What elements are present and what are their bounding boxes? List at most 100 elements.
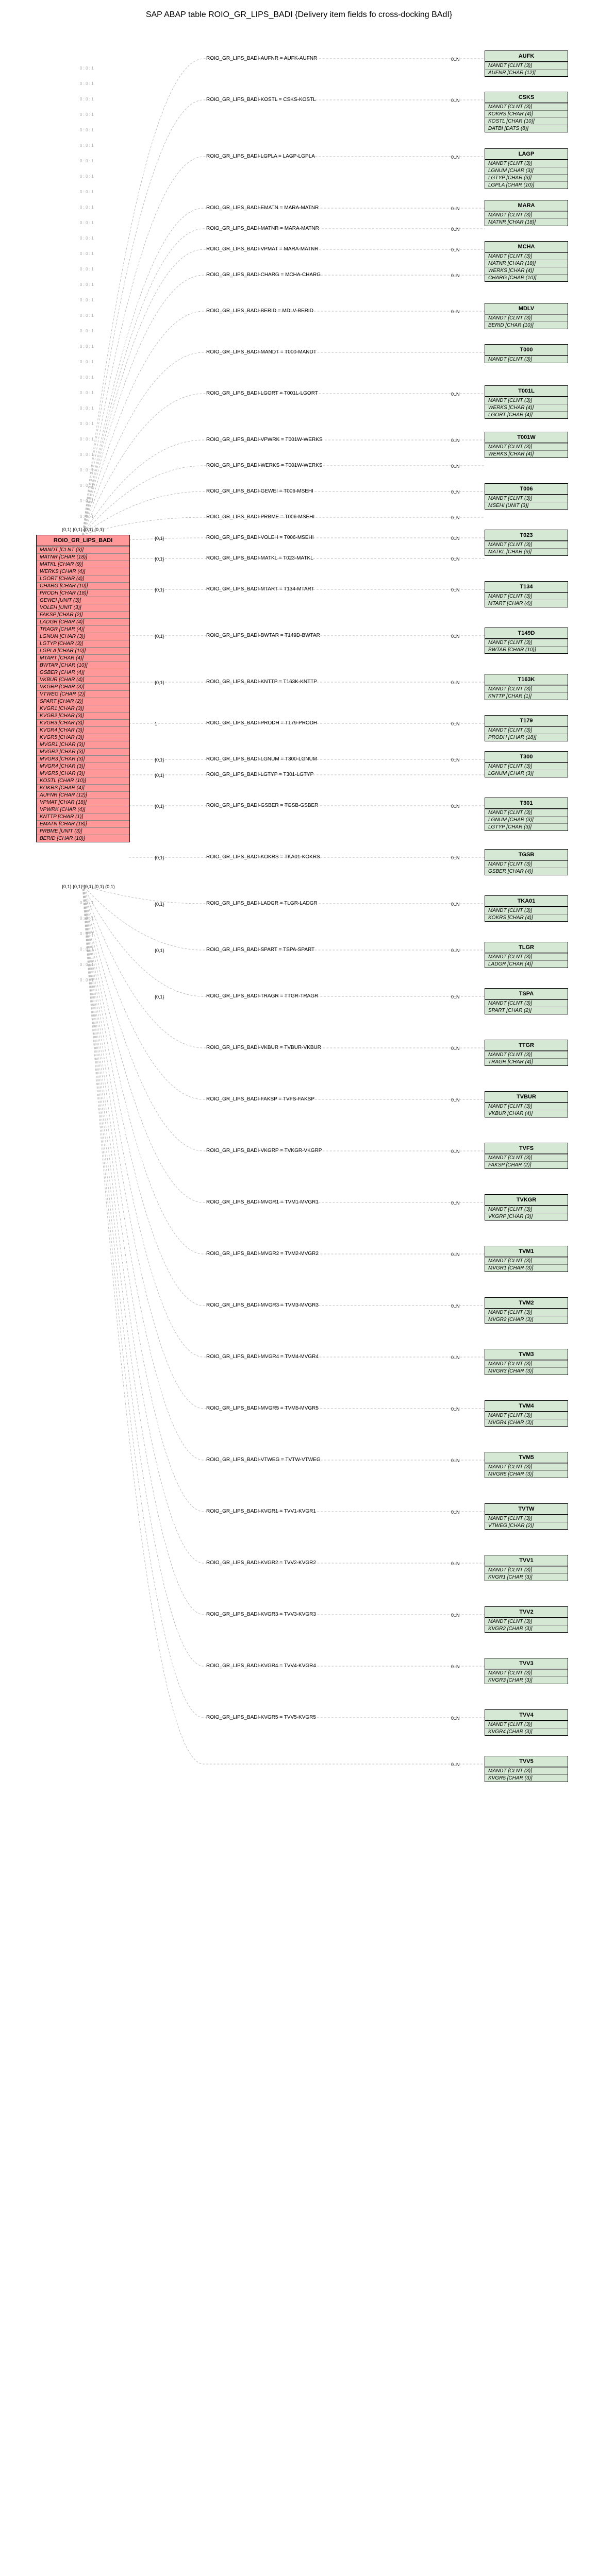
relation-link: ROIO_GR_LIPS_BADI-MATKL = T023-MATKL (206, 555, 313, 561)
relation-link: ROIO_GR_LIPS_BADI-VOLEH = T006-MSEHI (206, 535, 314, 540)
entity-field: MANDT [CLNT (3)] (485, 495, 568, 502)
entity-title: T023 (485, 530, 568, 541)
relation-link: ROIO_GR_LIPS_BADI-SPART = TSPA-SPART (206, 947, 314, 953)
relation-link: ROIO_GR_LIPS_BADI-MVGR2 = TVM2-MVGR2 (206, 1251, 319, 1257)
right-cardinality: 0..N (451, 392, 460, 397)
entity-field: KVGR1 [CHAR (3)] (485, 1573, 568, 1581)
related-entity: T300MANDT [CLNT (3)]LGNUM [CHAR (3)] (485, 751, 568, 777)
entity-title: T134 (485, 582, 568, 592)
main-field: MVGR4 [CHAR (3)] (37, 762, 129, 770)
relation-link: ROIO_GR_LIPS_BADI-KOKRS = TKA01-KOKRS (206, 854, 320, 860)
side-number: 0 : 0 : 1 (80, 947, 94, 952)
main-field: LGTYP [CHAR (3)] (37, 640, 129, 647)
right-cardinality: 0..N (451, 1303, 460, 1309)
main-field: GEWEI [UNIT (3)] (37, 597, 129, 604)
entity-title: T301 (485, 798, 568, 809)
entity-field: SPART [CHAR (2)] (485, 1007, 568, 1014)
related-entity: TVM2MANDT [CLNT (3)]MVGR2 [CHAR (3)] (485, 1297, 568, 1324)
right-cardinality: 0..N (451, 57, 460, 62)
main-field: KOKRS [CHAR (4)] (37, 784, 129, 791)
entity-field: MANDT [CLNT (3)] (485, 1257, 568, 1264)
related-entity: TVFSMANDT [CLNT (3)]FAKSP [CHAR (2)] (485, 1143, 568, 1169)
entity-title: T163K (485, 674, 568, 685)
entity-title: TTGR (485, 1040, 568, 1051)
related-entity: T006MANDT [CLNT (3)]MSEHI [UNIT (3)] (485, 483, 568, 510)
entity-field: MANDT [CLNT (3)] (485, 860, 568, 868)
main-field: LADGR [CHAR (4)] (37, 618, 129, 625)
main-entity-box: ROIO_GR_LIPS_BADIMANDT [CLNT (3)]MATNR [… (36, 535, 130, 842)
entity-field: MANDT [CLNT (3)] (485, 592, 568, 600)
main-top-card: (0,1) {0,1} {0,1} {0,1} (62, 527, 104, 532)
side-number: 0 : 0 : 1 (80, 406, 94, 411)
entity-field: MANDT [CLNT (3)] (485, 1309, 568, 1316)
relation-link: ROIO_GR_LIPS_BADI-KOSTL = CSKS-KOSTL (206, 97, 316, 103)
side-number: 0 : 0 : 1 (80, 437, 94, 442)
entity-field: LGPLA [CHAR (10)] (485, 181, 568, 189)
entity-field: MANDT [CLNT (3)] (485, 211, 568, 218)
main-bottom-card: {0,1} {0,1} {0,1} {0,1} (0,1) (62, 884, 115, 889)
entity-field: MANDT [CLNT (3)] (485, 1051, 568, 1058)
entity-field: MVGR1 [CHAR (3)] (485, 1264, 568, 1272)
relation-link: ROIO_GR_LIPS_BADI-KNTTP = T163K-KNTTP (206, 679, 317, 685)
side-number: 0 : 0 : 1 (80, 174, 94, 179)
entity-field: MANDT [CLNT (3)] (485, 314, 568, 321)
relation-link: ROIO_GR_LIPS_BADI-VKBUR = TVBUR-VKBUR (206, 1045, 321, 1050)
side-number: 0 : 0 : 1 (80, 221, 94, 225)
side-number: 0 : 0 : 1 (80, 313, 94, 318)
main-field: PRBME [UNIT (3)] (37, 827, 129, 835)
relation-link: ROIO_GR_LIPS_BADI-LGPLA = LAGP-LGPLA (206, 154, 315, 159)
entity-field: BERID [CHAR (10)] (485, 321, 568, 329)
main-field: KOSTL [CHAR (10)] (37, 777, 129, 784)
entity-title: TVTW (485, 1504, 568, 1515)
entity-field: MANDT [CLNT (3)] (485, 541, 568, 548)
main-field: CHARG [CHAR (10)] (37, 582, 129, 589)
side-number: 0 : 0 : 1 (80, 329, 94, 333)
side-number: 0 : 0 : 1 (80, 978, 94, 982)
right-cardinality: 0..N (451, 227, 460, 232)
left-cardinality: {0,1} (155, 902, 164, 907)
side-number: 0 : 0 : 1 (80, 143, 94, 148)
entity-title: TSPA (485, 989, 568, 999)
right-cardinality: 0..N (451, 536, 460, 541)
left-cardinality: {0,1} (155, 680, 164, 685)
entity-title: TVV1 (485, 1555, 568, 1566)
relation-link: ROIO_GR_LIPS_BADI-MVGR4 = TVM4-MVGR4 (206, 1354, 319, 1360)
left-cardinality: {0,1} (155, 556, 164, 562)
entity-field: KOSTL [CHAR (10)] (485, 117, 568, 125)
main-field: MVGR5 [CHAR (3)] (37, 770, 129, 777)
side-number: 0 : 0 : 1 (80, 931, 94, 936)
entity-title: TVM1 (485, 1246, 568, 1257)
entity-field: MTART [CHAR (4)] (485, 600, 568, 607)
main-field: LGORT [CHAR (4)] (37, 575, 129, 582)
main-field: KVGR5 [CHAR (3)] (37, 734, 129, 741)
side-number: 0 : 0 : 1 (80, 375, 94, 380)
main-field: EMATN [CHAR (18)] (37, 820, 129, 827)
related-entity: TVM1MANDT [CLNT (3)]MVGR1 [CHAR (3)] (485, 1246, 568, 1272)
related-entity: TVM4MANDT [CLNT (3)]MVGR4 [CHAR (3)] (485, 1400, 568, 1427)
entity-title: TVKGR (485, 1195, 568, 1206)
side-number: 0 : 0 : 1 (80, 421, 94, 426)
main-field: WERKS [CHAR (4)] (37, 568, 129, 575)
right-cardinality: 0..N (451, 1561, 460, 1566)
entity-field: WERKS [CHAR (4)] (485, 404, 568, 411)
right-cardinality: 0..N (451, 489, 460, 495)
right-cardinality: 0..N (451, 902, 460, 907)
main-field: SPART [CHAR (2)] (37, 698, 129, 705)
entity-field: VKGRP [CHAR (3)] (485, 1213, 568, 1220)
main-field: TRAGR [CHAR (4)] (37, 625, 129, 633)
right-cardinality: 0..N (451, 309, 460, 314)
main-field: MVGR2 [CHAR (3)] (37, 748, 129, 755)
side-number: 0 : 0 : 1 (80, 468, 94, 472)
entity-field: KOKRS [CHAR (4)] (485, 914, 568, 921)
right-cardinality: 0..N (451, 206, 460, 211)
right-cardinality: 0..N (451, 438, 460, 443)
right-cardinality: 0..N (451, 1149, 460, 1154)
side-number: 0 : 0 : 1 (80, 81, 94, 86)
entity-field: LGNUM [CHAR (3)] (485, 816, 568, 823)
entity-title: T300 (485, 752, 568, 762)
entity-title: T006 (485, 484, 568, 495)
left-cardinality: {0,1} (155, 773, 164, 778)
right-cardinality: 0..N (451, 855, 460, 860)
related-entity: CSKSMANDT [CLNT (3)]KOKRS [CHAR (4)]KOST… (485, 92, 568, 132)
entity-field: KVGR4 [CHAR (3)] (485, 1728, 568, 1735)
